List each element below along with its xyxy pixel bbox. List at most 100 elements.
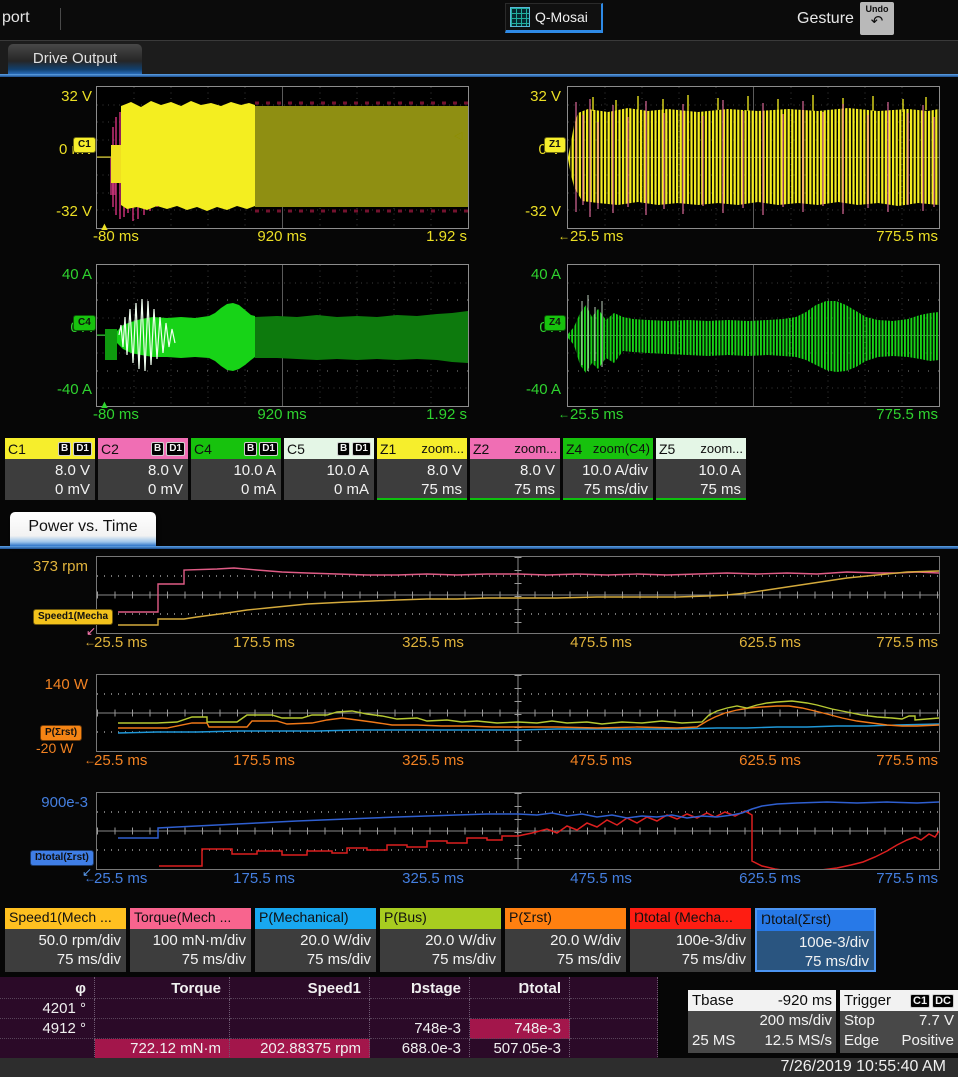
channel-descriptor-row: C1BD1 8.0 V0 mV C2BD1 8.0 V0 mV C4BD1 10…: [5, 438, 746, 500]
col-header-torque: Torque: [95, 977, 230, 999]
waveform-efficiency: [97, 793, 939, 869]
qmosaic-button[interactable]: Q-Mosai: [505, 3, 603, 33]
descriptor-z1-sub: zoom...: [421, 441, 464, 456]
trigger-position-marker-c4[interactable]: ▲: [99, 400, 110, 411]
scope-grid-z1[interactable]: [567, 86, 940, 229]
eff-trace-tag[interactable]: Ŋtotal(Σrst): [30, 850, 94, 866]
timebase-rate: 12.5 MS/s: [764, 1031, 832, 1051]
trigger-label: Trigger: [844, 992, 891, 1009]
descriptor-p-mechanical[interactable]: P(Mechanical) 20.0 W/div75 ms/div: [255, 908, 376, 972]
undo-arrow-icon: ↶: [860, 14, 894, 29]
descriptor-z4[interactable]: Z4 zoom(C4) 10.0 A/div75 ms/div: [563, 438, 653, 500]
timebase-label: Tbase: [692, 992, 734, 1009]
speed-trace-tag[interactable]: Speed1(Mecha: [33, 609, 113, 625]
scope-grid-c4[interactable]: [96, 264, 469, 407]
row2-eta-total: 748e-3: [470, 1019, 570, 1039]
row1-eta-total: [470, 999, 570, 1019]
row1-speed1: [230, 999, 370, 1019]
z1-ymin-label: -32 V: [489, 203, 561, 220]
descriptor-eta-mechanical[interactable]: Ŋtotal (Mecha... 100e-3/div75 ms/div: [630, 908, 751, 972]
descriptor-c4-offset: 0 mA: [191, 480, 276, 499]
strip-grid-speed[interactable]: [96, 556, 940, 634]
trigger-position-marker-c1[interactable]: ▲: [99, 222, 110, 233]
power-x2: 325.5 ms: [393, 752, 473, 769]
eff-x3: 475.5 ms: [561, 870, 641, 887]
drive-tabbar: [0, 40, 958, 76]
descriptor-speed1[interactable]: Speed1(Mech ... 50.0 rpm/div75 ms/div: [5, 908, 126, 972]
row3-eta-total: 507.05e-3: [470, 1039, 570, 1059]
descriptor-z2-sub: zoom...: [514, 441, 557, 456]
descriptor-z5-time: 75 ms: [656, 480, 741, 499]
descriptor-z4-sub: zoom(C4): [593, 441, 650, 456]
c4-channel-tag[interactable]: C4: [73, 315, 96, 331]
row3-torque: 722.12 mN·m: [95, 1039, 230, 1059]
descriptor-z4-name: Z4: [566, 441, 582, 457]
descriptor-torque[interactable]: Torque(Mech ... 100 mN·m/div75 ms/div: [130, 908, 251, 972]
menu-item-report[interactable]: port: [2, 9, 30, 27]
trigger-box[interactable]: Trigger C1 DC Stop7.7 V EdgePositive: [840, 990, 958, 1053]
descriptor-p-mechanical-scale: 20.0 W/div: [255, 931, 371, 950]
descriptor-c4[interactable]: C4BD1 10.0 A0 mA: [191, 438, 281, 500]
power-ymin-label: -20 W: [36, 740, 73, 756]
timebase-box[interactable]: Tbase -920 ms 200 ms/div 25 MS12.5 MS/s: [688, 990, 836, 1053]
top-menu-bar: port Q-Mosai Gesture Undo ↶: [0, 0, 958, 40]
row3-speed1: 202.88375 rpm: [230, 1039, 370, 1059]
descriptor-speed1-scale: 50.0 rpm/div: [5, 931, 121, 950]
trigger-mode: Stop: [844, 1011, 875, 1031]
z4-ymin-label: -40 A: [489, 381, 561, 398]
descriptor-z1-name: Z1: [380, 441, 396, 457]
z1-channel-tag[interactable]: Z1: [544, 137, 566, 153]
z4-channel-tag[interactable]: Z4: [544, 315, 566, 331]
strip-grid-efficiency[interactable]: [96, 792, 940, 870]
z1-x1-label: 775.5 ms: [858, 228, 938, 245]
power-trace-tag[interactable]: P(Σrst): [40, 725, 82, 741]
trigger-level-marker-c1[interactable]: ◁: [454, 131, 462, 142]
descriptor-z5[interactable]: Z5zoom... 10.0 A75 ms: [656, 438, 746, 500]
waveform-z1: [568, 87, 939, 228]
power-x3: 475.5 ms: [561, 752, 641, 769]
speed-x4: 625.5 ms: [730, 634, 810, 651]
descriptor-eta-rst[interactable]: Ŋtotal(Σrst) 100e-3/div75 ms/div: [755, 908, 876, 972]
descriptor-c1[interactable]: C1BD1 8.0 V0 mV: [5, 438, 95, 500]
speed-x3: 475.5 ms: [561, 634, 641, 651]
c4-ymax-label: 40 A: [20, 266, 92, 283]
descriptor-p-rst[interactable]: P(Σrst) 20.0 W/div75 ms/div: [505, 908, 626, 972]
descriptor-z4-time: 75 ms/div: [563, 480, 648, 499]
undo-button[interactable]: Undo ↶: [860, 2, 894, 35]
descriptor-z5-name: Z5: [659, 441, 675, 457]
tab-power-vs-time[interactable]: Power vs. Time: [10, 512, 156, 546]
datetime-label: 7/26/2019 10:55:40 AM: [781, 1058, 946, 1076]
descriptor-z1[interactable]: Z1zoom... 8.0 V75 ms: [377, 438, 467, 500]
descriptor-z5-sub: zoom...: [700, 441, 743, 456]
row2-blank: [570, 1019, 658, 1039]
descriptor-z4-scale: 10.0 A/div: [563, 461, 648, 480]
descriptor-c2[interactable]: C2BD1 8.0 V0 mV: [98, 438, 188, 500]
eff-x1: 175.5 ms: [224, 870, 304, 887]
descriptor-c4-scale: 10.0 A: [191, 461, 276, 480]
scope-grid-z4[interactable]: [567, 264, 940, 407]
row3-phi: [0, 1039, 95, 1059]
eff-x5: 775.5 ms: [858, 870, 938, 887]
tab-drive-output[interactable]: Drive Output: [8, 44, 142, 75]
descriptor-c5[interactable]: C5BD1 10.0 A0 mA: [284, 438, 374, 500]
descriptor-c2-name: C2: [101, 441, 119, 457]
bandwidth-badge: B: [151, 442, 164, 456]
tabbar-underline: [0, 74, 958, 77]
scope-grid-c1[interactable]: [96, 86, 469, 229]
c1-channel-tag[interactable]: C1: [73, 137, 96, 153]
timebase-samples: 25 MS: [692, 1031, 735, 1051]
descriptor-z2[interactable]: Z2zoom... 8.0 V75 ms: [470, 438, 560, 500]
trigger-coupling-badge: DC: [932, 994, 954, 1008]
col-header-speed1: Speed1: [230, 977, 370, 999]
waveform-power: [97, 675, 939, 751]
c4-x2-label: 1.92 s: [387, 406, 467, 423]
z4-x0-label: 25.5 ms: [570, 406, 623, 423]
strip-grid-power[interactable]: [96, 674, 940, 752]
trigger-type: Edge: [844, 1031, 879, 1051]
gesture-label[interactable]: Gesture: [797, 10, 854, 28]
descriptor-c1-name: C1: [8, 441, 26, 457]
waveform-c1: [97, 87, 468, 228]
descriptor-speed1-time: 75 ms/div: [5, 950, 121, 969]
timebase-offset: -920 ms: [778, 992, 832, 1009]
descriptor-p-bus[interactable]: P(Bus) 20.0 W/div75 ms/div: [380, 908, 501, 972]
